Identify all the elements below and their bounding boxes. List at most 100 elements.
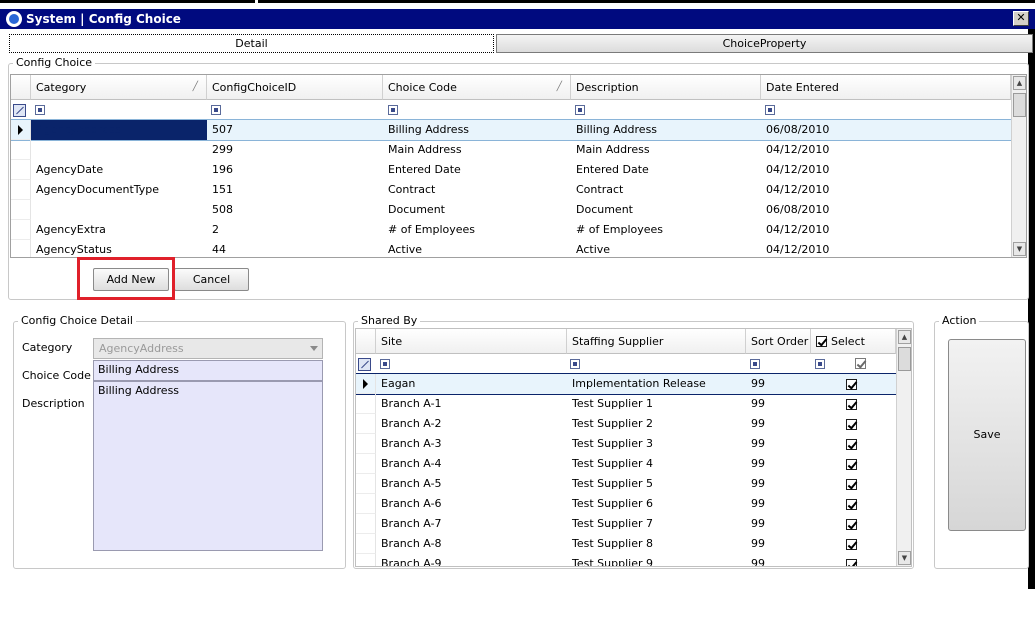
cell-supplier[interactable]: Test Supplier 1 [567, 394, 746, 414]
cell-site[interactable]: Branch A-1 [376, 394, 567, 414]
table-row[interactable]: Branch A-7 Test Supplier 7 99 [356, 514, 896, 534]
save-button[interactable]: Save [948, 339, 1026, 531]
cell-supplier[interactable]: Implementation Release [567, 374, 746, 394]
scroll-up-icon[interactable]: ▲ [1013, 76, 1026, 90]
select-filter-checkbox[interactable] [855, 358, 866, 369]
cell-supplier[interactable]: Test Supplier 3 [567, 434, 746, 454]
filter-icon[interactable] [575, 105, 585, 115]
table-row[interactable]: Branch A-9 Test Supplier 9 99 [356, 554, 896, 566]
select-checkbox[interactable] [846, 479, 857, 490]
cell-description[interactable]: Entered Date [571, 160, 761, 180]
table-row[interactable]: Eagan Implementation Release 99 [356, 373, 897, 395]
filter-icon[interactable] [211, 105, 221, 115]
cell-description[interactable]: # of Employees [571, 220, 761, 240]
select-checkbox[interactable] [846, 399, 857, 410]
cell-date[interactable]: 04/12/2010 [761, 140, 1011, 160]
select-checkbox[interactable] [846, 419, 857, 430]
cell-date[interactable]: 04/12/2010 [761, 220, 1011, 240]
shared-by-scrollbar[interactable]: ▲ ▼ [896, 329, 911, 566]
select-all-checkbox[interactable] [816, 336, 827, 347]
cell-sort-order[interactable]: 99 [746, 394, 811, 414]
cell-sort-order[interactable]: 99 [746, 414, 811, 434]
table-row[interactable]: Branch A-3 Test Supplier 3 99 [356, 434, 896, 454]
cell-id[interactable]: 507 [207, 120, 383, 140]
select-checkbox[interactable] [846, 499, 857, 510]
cell-id[interactable]: 508 [207, 200, 383, 220]
cell-id[interactable]: 299 [207, 140, 383, 160]
column-header-category[interactable]: Category ╱ [31, 75, 207, 100]
cell-id[interactable]: 2 [207, 220, 383, 240]
cell-category[interactable]: AgencyDate [31, 160, 207, 180]
filter-icon[interactable] [815, 359, 825, 369]
column-header-sort-order[interactable]: Sort Order [746, 329, 811, 354]
table-row[interactable]: Branch A-1 Test Supplier 1 99 [356, 394, 896, 414]
config-choice-grid[interactable]: Category ╱ ConfigChoiceID Choice Code ╱ … [10, 74, 1027, 258]
cell-site[interactable]: Branch A-9 [376, 554, 567, 566]
select-checkbox[interactable] [846, 519, 857, 530]
cell-code[interactable]: Billing Address [383, 120, 571, 140]
cell-code[interactable]: Active [383, 240, 571, 257]
cell-id[interactable]: 151 [207, 180, 383, 200]
shared-by-grid[interactable]: Site Staffing Supplier Sort Order Select… [355, 328, 912, 567]
cell-category[interactable]: AgencyStatus [31, 240, 207, 257]
select-checkbox[interactable] [846, 439, 857, 450]
scroll-down-icon[interactable]: ▼ [1013, 242, 1026, 256]
cell-id[interactable]: 44 [207, 240, 383, 257]
column-header-config-choice-id[interactable]: ConfigChoiceID [207, 75, 383, 100]
cell-sort-order[interactable]: 99 [746, 374, 811, 394]
cell-sort-order[interactable]: 99 [746, 494, 811, 514]
cell-sort-order[interactable]: 99 [746, 554, 811, 566]
select-checkbox[interactable] [846, 539, 857, 550]
description-field[interactable]: Billing Address [93, 381, 323, 551]
table-row[interactable]: 508 Document Document 06/08/2010 [11, 200, 1011, 220]
cell-supplier[interactable]: Test Supplier 8 [567, 534, 746, 554]
filter-icon[interactable] [35, 105, 45, 115]
cell-site[interactable]: Branch A-4 [376, 454, 567, 474]
cell-category[interactable]: AgencyExtra [31, 220, 207, 240]
cell-sort-order[interactable]: 99 [746, 454, 811, 474]
table-row[interactable]: AgencyAddress 507 Billing Address Billin… [11, 119, 1012, 141]
cell-code[interactable]: Entered Date [383, 160, 571, 180]
cell-date[interactable]: 06/08/2010 [761, 120, 1011, 140]
column-header-description[interactable]: Description [571, 75, 761, 100]
cell-category[interactable] [31, 140, 207, 160]
table-row[interactable]: Branch A-6 Test Supplier 6 99 [356, 494, 896, 514]
cell-sort-order[interactable]: 99 [746, 434, 811, 454]
table-row[interactable]: 299 Main Address Main Address 04/12/2010 [11, 140, 1011, 160]
cell-code[interactable]: Main Address [383, 140, 571, 160]
cell-supplier[interactable]: Test Supplier 7 [567, 514, 746, 534]
window-close-button[interactable]: ✕ [1013, 11, 1029, 26]
cell-date[interactable]: 04/12/2010 [761, 160, 1011, 180]
table-row[interactable]: AgencyExtra 2 # of Employees # of Employ… [11, 220, 1011, 240]
scroll-thumb[interactable] [898, 347, 911, 371]
filter-icon[interactable] [380, 359, 390, 369]
choice-code-field[interactable]: Billing Address [93, 360, 323, 381]
cell-description[interactable]: Active [571, 240, 761, 257]
cell-category[interactable]: AgencyAddress [31, 120, 207, 140]
select-checkbox[interactable] [846, 379, 857, 390]
cell-date[interactable]: 06/08/2010 [761, 200, 1011, 220]
scroll-up-icon[interactable]: ▲ [898, 330, 911, 344]
column-header-site[interactable]: Site [376, 329, 567, 354]
cell-category[interactable] [31, 200, 207, 220]
cell-code[interactable]: # of Employees [383, 220, 571, 240]
scroll-down-icon[interactable]: ▼ [898, 551, 911, 565]
table-row[interactable]: AgencyStatus 44 Active Active 04/12/2010 [11, 240, 1011, 257]
filter-icon[interactable] [388, 105, 398, 115]
cell-site[interactable]: Branch A-8 [376, 534, 567, 554]
cell-code[interactable]: Document [383, 200, 571, 220]
cell-supplier[interactable]: Test Supplier 2 [567, 414, 746, 434]
filter-icon[interactable] [750, 359, 760, 369]
cancel-button[interactable]: Cancel [174, 268, 249, 291]
cell-supplier[interactable]: Test Supplier 5 [567, 474, 746, 494]
cell-supplier[interactable]: Test Supplier 6 [567, 494, 746, 514]
cell-sort-order[interactable]: 99 [746, 534, 811, 554]
cell-site[interactable]: Eagan [376, 374, 567, 394]
cell-site[interactable]: Branch A-2 [376, 414, 567, 434]
cell-date[interactable]: 04/12/2010 [761, 240, 1011, 257]
table-row[interactable]: AgencyDocumentType 151 Contract Contract… [11, 180, 1011, 200]
cell-sort-order[interactable]: 99 [746, 474, 811, 494]
filter-icon[interactable] [765, 105, 775, 115]
cell-site[interactable]: Branch A-5 [376, 474, 567, 494]
filter-icon[interactable] [570, 359, 580, 369]
